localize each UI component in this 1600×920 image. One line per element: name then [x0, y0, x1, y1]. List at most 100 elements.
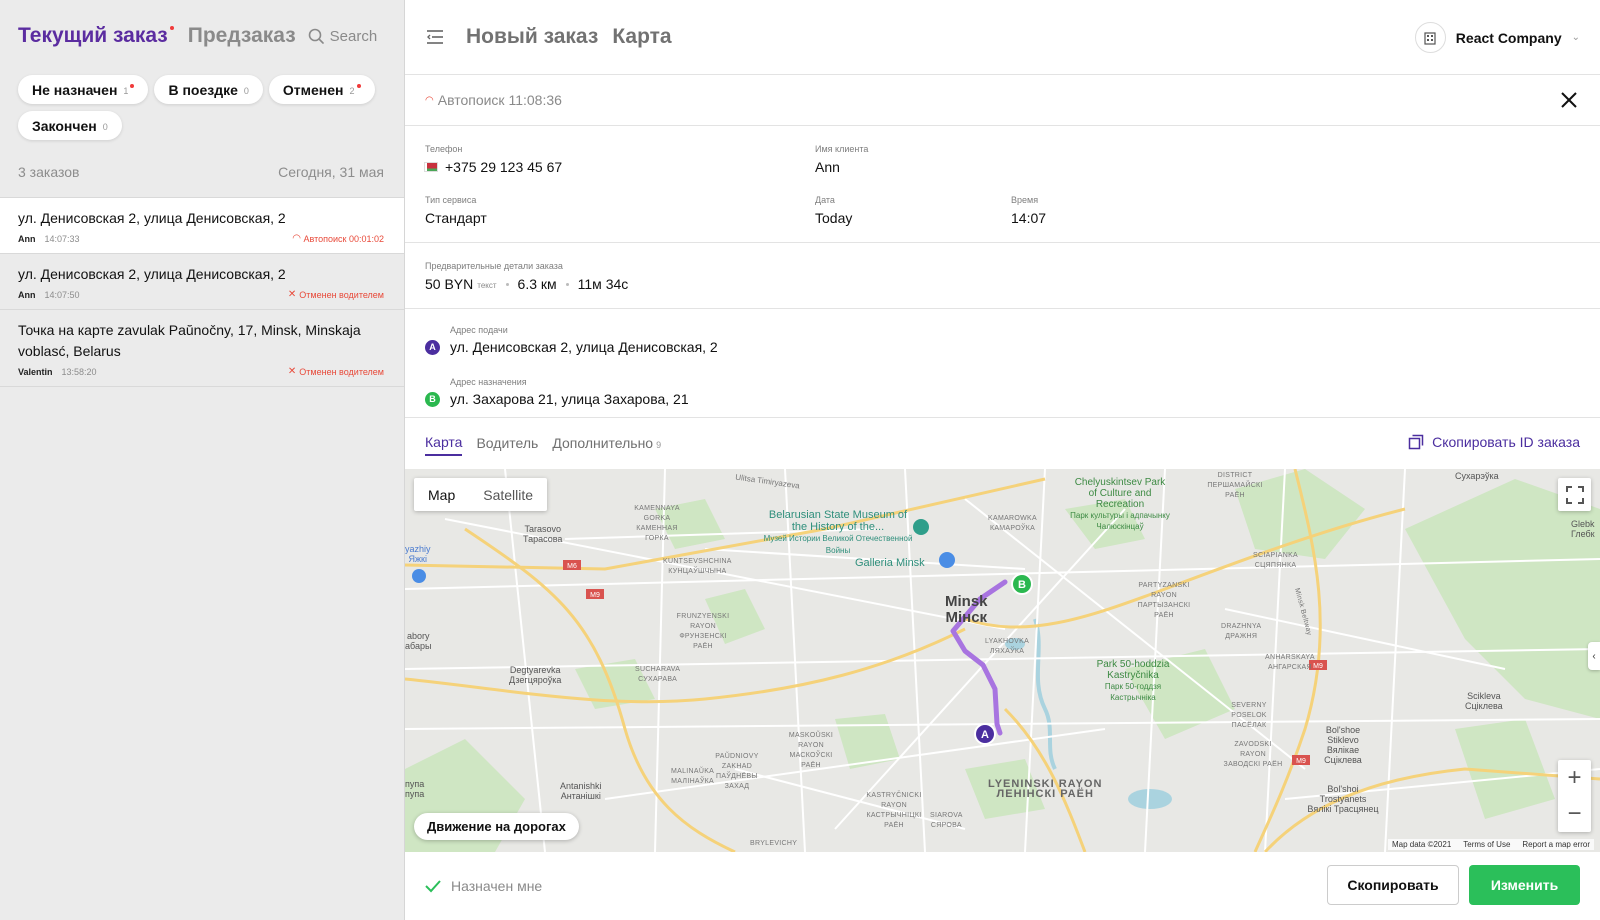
check-icon [425, 880, 441, 893]
copy-order-id-button[interactable]: Скопировать ID заказа [1408, 434, 1580, 450]
fullscreen-button[interactable] [1558, 478, 1591, 511]
zoom-in-button[interactable]: + [1558, 760, 1591, 796]
chip-in-trip[interactable]: В поездке 0 [154, 75, 263, 104]
map-label-glebk: Glebk Глебк [1571, 519, 1595, 539]
edit-order-button[interactable]: Изменить [1469, 865, 1580, 905]
date-value: Today [815, 210, 853, 226]
chip-unassigned[interactable]: Не назначен 1 [18, 75, 149, 104]
collapse-menu-icon[interactable] [425, 27, 445, 47]
tab-current-order[interactable]: Текущий заказ [18, 24, 174, 48]
copy-order-button[interactable]: Скопировать [1327, 865, 1459, 905]
map-label-kamarowka: KAMAROWKA КАМАРОЎКА [988, 515, 1037, 532]
status-filter-chips: Не назначен 1 В поездке 0 Отменен 2 Законче… [18, 75, 388, 140]
map-label-bolshoe-stiklevo: Bol'shoe Stiklevo Вялікае Сціклева [1324, 725, 1362, 765]
pickup-address: Адрес подачи Aул. Денисовская 2, улица Д… [425, 325, 718, 355]
list-item[interactable]: Точка на карте zavulak Paŭnočny, 17, Min… [0, 309, 404, 386]
map-label-chelyuskin: Chelyuskintsev Park of Culture and Recre… [1070, 477, 1170, 531]
order-estimate: Предварительные детали заказа 50 BYN тек… [405, 243, 1600, 309]
order-address: ул. Денисовская 2, улица Денисовская, 2 [18, 210, 286, 226]
map-data-text: Map data ©2021 [1392, 840, 1452, 849]
map-type-satellite-button[interactable]: Satellite [469, 478, 547, 511]
map-label-yazhiy: yazhiy Яжкі [405, 544, 431, 564]
pickup-label: Адрес подачи [450, 325, 508, 335]
separator-dot [505, 282, 509, 286]
traffic-toggle-button[interactable]: Движение на дорогах [414, 813, 579, 840]
belarus-flag-icon [424, 162, 438, 172]
list-item[interactable]: ул. Денисовская 2, улица Денисовская, 2 … [0, 253, 404, 309]
chip-dot [356, 83, 361, 88]
map-label-pupa: пупа пупа [405, 779, 425, 799]
chip-dot [130, 83, 135, 88]
time-field: Время 14:07 [1011, 195, 1046, 226]
estimate-label: Предварительные детали заказа [425, 261, 563, 271]
chip-label: В поездке [168, 81, 238, 98]
shopping-icon[interactable] [939, 552, 955, 568]
map-label-moskovskiy: MASKOŬSKI RAYON МАСКОЎСКІ РАЁН [788, 732, 834, 769]
chevron-down-icon: ⌄ [1571, 32, 1580, 43]
order-time: 14:07:50 [44, 289, 80, 300]
museum-icon[interactable] [913, 519, 929, 535]
map-label-abory: abory абары [405, 631, 432, 651]
pickup-marker-icon: A [425, 339, 440, 355]
order-info: Телефон +375 29 123 45 67 Имя клиента An… [405, 126, 1600, 243]
map-label-paudniovy: PAŬDNIOVY ZAKHAD ПАЎДНЁВЫ ЗАХАД [715, 753, 759, 790]
map-label-kamennaya-gorka: KAMENNAYA GORKA КАМЕННАЯ ГОРКА [634, 505, 680, 542]
map-label-scikleva: Scikleva Сцiклева [1465, 691, 1503, 711]
company-selector[interactable]: React Company ⌄ [1414, 22, 1580, 53]
order-status: ✕ Отменен водителем [287, 366, 384, 377]
map-label-frunzenskiy: FRUNZYENSKI RAYON ФРУНЗЕНСКІ РАЁН [676, 613, 730, 650]
chip-label: Закончен [32, 117, 97, 134]
tab-count: 9 [656, 439, 662, 450]
cancel-icon: ✕ [287, 366, 297, 377]
service-field: Тип сервиса Стандарт [425, 195, 487, 226]
map-label-anharskaya: ANHARSKAYA АНГАРСКАЯ [1265, 654, 1315, 671]
client-value: Ann [815, 159, 840, 175]
map-label-siarova: SIAROVA СЯРОВА [930, 812, 963, 829]
pickup-value: ул. Денисовская 2, улица Денисовская, 2 [450, 339, 718, 355]
orders-list-meta: 3 заказов Сегодня, 31 мая [18, 164, 384, 180]
terms-link[interactable]: Terms of Use [1463, 840, 1510, 849]
building-icon [1424, 31, 1436, 45]
tab-preorder[interactable]: Предзаказ [188, 24, 296, 48]
autosearch-icon: ◠ [425, 94, 434, 106]
map-label-sukharevka: Сухарэўка [1455, 471, 1499, 481]
map-label-pershamaiski: DISTRICT ПЕРШАМАЙСКІ РАЁН [1207, 472, 1263, 499]
phone-field: Телефон +375 29 123 45 67 [424, 144, 562, 175]
destination-map-marker-label: B [1018, 579, 1026, 591]
map-label-drazhnya: DRAZHNYA ДРАЖНЯ [1221, 623, 1262, 640]
orders-panel: Текущий заказ Предзаказ Search Не назнач… [0, 0, 405, 920]
chip-count: 0 [102, 122, 108, 132]
order-time: 13:58:20 [61, 366, 97, 377]
tab-map[interactable]: Карта [425, 430, 463, 456]
orders-date: Сегодня, 31 мая [278, 164, 384, 180]
client-field: Имя клиента Ann [815, 144, 868, 175]
tab-additional[interactable]: Дополнительно 9 [552, 431, 661, 455]
m6-shield-label: M6 [567, 563, 577, 570]
order-client: Valentin [18, 366, 53, 377]
autosearch-icon: ◠ [292, 233, 301, 244]
search-button[interactable]: Search [308, 28, 377, 45]
m9-shield-label: M9 [590, 592, 600, 599]
map-label-zavodski: ZAVODSKI RAYON ЗАВОДСКІ РАЁН [1223, 741, 1283, 768]
chevron-left-icon[interactable]: ‹ [1588, 642, 1600, 670]
map-label-park50: Park 50-hoddzia Kastryčnika Парк 50-годдз… [1096, 659, 1170, 702]
map-label-sucharava: SUCHARAVA СУХАРАВА [635, 666, 681, 683]
close-icon[interactable] [1558, 89, 1580, 111]
route-map[interactable]: A B M6 M9 M9 M9 Minsk Мінск Belarusian St… [405, 469, 1600, 852]
chip-cancelled[interactable]: Отменен 2 [268, 75, 375, 104]
report-error-link[interactable]: Report a map error [1522, 840, 1590, 849]
phone-label: Телефон [425, 144, 463, 154]
client-label: Имя клиента [815, 144, 869, 154]
map-label-antanishki: Antanishki Антанішкі [560, 781, 602, 801]
page-title: Новый заказ [466, 25, 599, 48]
zoom-out-button[interactable]: − [1558, 796, 1591, 832]
estimate-price: 50 BYN [425, 276, 474, 292]
chip-label: Не назначен [32, 81, 118, 98]
fullscreen-icon [1565, 485, 1584, 504]
cancel-icon: ✕ [287, 289, 297, 300]
chip-finished[interactable]: Закончен 0 [18, 111, 122, 140]
map-type-map-button[interactable]: Map [414, 478, 469, 511]
estimate-duration: 11м 34с [577, 276, 629, 292]
tab-driver[interactable]: Водитель [476, 431, 538, 455]
list-item[interactable]: ул. Денисовская 2, улица Денисовская, 2 … [0, 197, 404, 253]
